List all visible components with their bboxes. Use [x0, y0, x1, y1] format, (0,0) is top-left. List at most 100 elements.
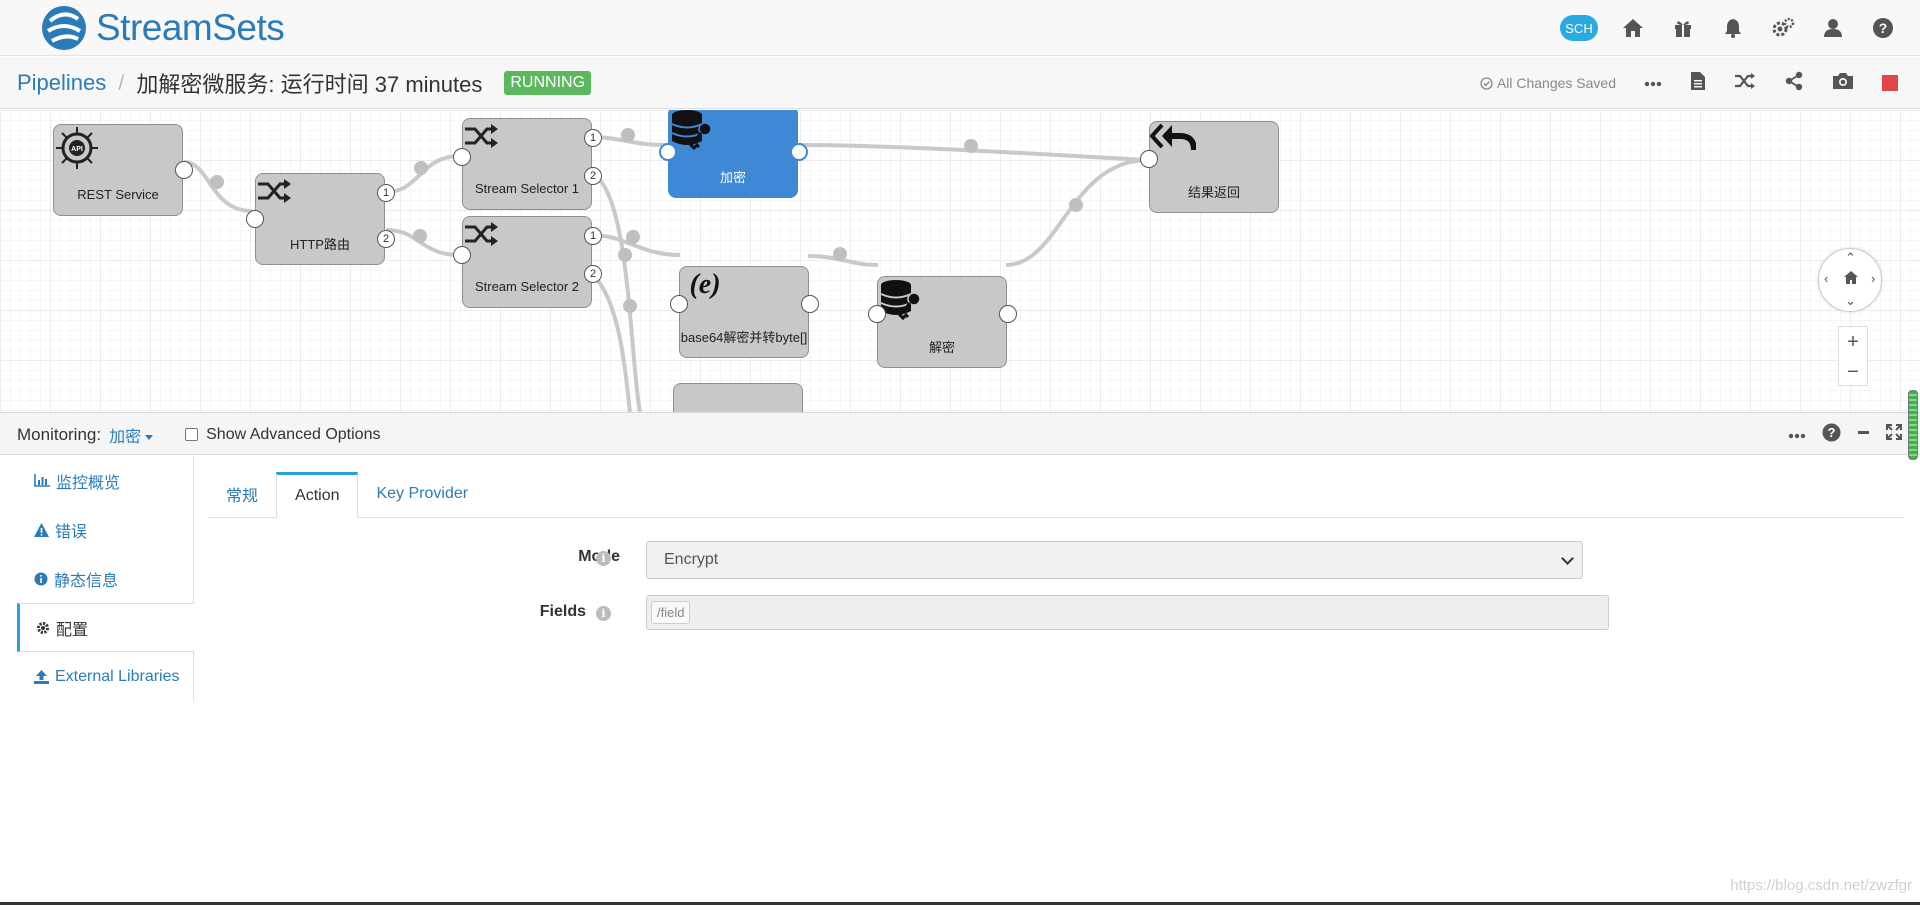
fields-info-icon[interactable]: i	[596, 606, 611, 621]
save-status: All Changes Saved	[1480, 75, 1616, 91]
bell-icon[interactable]	[1718, 13, 1748, 43]
document-icon[interactable]	[1690, 71, 1706, 96]
check-circle-icon	[1480, 76, 1493, 90]
tab-general[interactable]: 常规	[208, 471, 276, 517]
stage-rest-service[interactable]: API REST Service	[53, 124, 193, 216]
output-port[interactable]	[801, 295, 819, 313]
output-port-1[interactable]: 1	[584, 227, 602, 245]
panel-resize-handle[interactable]	[1908, 390, 1918, 460]
monitoring-stage-value: 加密	[109, 428, 142, 446]
svg-text:API: API	[71, 146, 83, 153]
mode-info-icon[interactable]: i	[596, 551, 611, 566]
output-port-2[interactable]: 2	[377, 230, 395, 248]
output-port[interactable]	[999, 305, 1017, 323]
pan-up-icon[interactable]: ⌃	[1845, 250, 1856, 266]
input-port[interactable]	[246, 210, 264, 228]
sidenav-item-label: External Libraries	[55, 667, 180, 685]
more-options-icon[interactable]	[1644, 74, 1662, 92]
help-icon[interactable]: ?	[1822, 423, 1841, 447]
mode-select[interactable]: Encrypt	[646, 541, 1583, 579]
shuffle-icon[interactable]	[1734, 72, 1756, 95]
advanced-options-toggle[interactable]: Show Advanced Options	[185, 426, 380, 444]
sidenav-item-info[interactable]: 静态信息	[0, 554, 194, 603]
sch-cloud-icon[interactable]: SCH	[1560, 15, 1598, 41]
breadcrumb-pipelines-link[interactable]: Pipelines	[17, 70, 106, 96]
tab-key-provider[interactable]: Key Provider	[358, 471, 486, 517]
expand-icon[interactable]	[1886, 424, 1902, 445]
advanced-options-checkbox[interactable]	[185, 428, 199, 441]
output-port-1[interactable]: 1	[377, 184, 395, 202]
help-icon[interactable]: ?	[1868, 13, 1898, 43]
share-icon[interactable]	[1784, 71, 1804, 96]
input-port[interactable]	[659, 143, 677, 161]
logo[interactable]: StreamSets	[38, 2, 285, 54]
input-port[interactable]	[453, 148, 471, 166]
caret-down-icon	[145, 434, 154, 440]
zoom-in-button[interactable]: +	[1839, 327, 1867, 357]
monitoring-stage-dropdown[interactable]: 加密	[109, 423, 154, 447]
pan-right-icon[interactable]: ›	[1871, 271, 1875, 286]
stage-encrypt[interactable]: 加密	[659, 110, 808, 198]
output-port[interactable]	[175, 161, 193, 179]
pan-down-icon[interactable]: ⌄	[1845, 293, 1856, 309]
breadcrumb-bar: Pipelines / 加解密微服务: 运行时间 37 minutes RUNN…	[0, 57, 1920, 109]
detail-sidenav: 监控概览 错误 静态信息 配置 External Libraries	[0, 456, 194, 736]
stage-decrypt[interactable]: 解密	[868, 276, 1017, 368]
output-port-1[interactable]: 1	[584, 129, 602, 147]
stage-label: Stream Selector 2	[474, 278, 580, 294]
pipeline-canvas[interactable]: API REST Service HTTP路由 1 2 Stream Selec…	[0, 110, 1920, 412]
sidenav-item-label: 配置	[56, 621, 89, 639]
output-port-2[interactable]: 2	[584, 167, 602, 185]
input-port[interactable]	[868, 305, 886, 323]
svg-text:?: ?	[1828, 425, 1836, 440]
sidenav-item-label: 监控概览	[56, 474, 121, 492]
gears-icon[interactable]	[1768, 13, 1798, 43]
top-icons: SCH ?	[1560, 0, 1898, 56]
fields-tag-input[interactable]: /field	[646, 595, 1609, 630]
monitoring-label: Monitoring:	[17, 424, 102, 444]
tab-action[interactable]: Action	[276, 472, 359, 518]
user-icon[interactable]	[1818, 13, 1848, 43]
stage-label: 解密	[928, 339, 955, 355]
camera-icon[interactable]	[1832, 72, 1854, 95]
gift-icon[interactable]	[1668, 13, 1698, 43]
zoom-control: + −	[1838, 326, 1868, 386]
stage-label: REST Service	[77, 186, 159, 202]
stage-stream-selector-1[interactable]: Stream Selector 1 1 2	[453, 118, 602, 210]
breadcrumb-separator: /	[118, 70, 125, 95]
zoom-out-button[interactable]: −	[1839, 357, 1867, 387]
gear-icon	[37, 621, 49, 634]
sidenav-item-errors[interactable]: 错误	[0, 505, 194, 554]
top-navbar: StreamSets SCH ?	[0, 0, 1920, 56]
stage-result-return[interactable]: 结果返回	[1140, 121, 1279, 213]
sidenav-item-configuration[interactable]: 配置	[17, 603, 194, 652]
stage-partial-hidden[interactable]	[673, 383, 803, 412]
warning-icon	[34, 522, 49, 537]
output-port[interactable]	[790, 143, 808, 161]
stage-stream-selector-2[interactable]: Stream Selector 2 1 2	[453, 216, 602, 308]
stage-base64-decode[interactable]: (e) base64解密并转byte[]	[670, 266, 819, 358]
save-status-text: All Changes Saved	[1496, 75, 1616, 91]
logo-text: StreamSets	[96, 7, 285, 48]
input-port[interactable]	[453, 246, 471, 264]
pan-left-icon[interactable]: ‹	[1824, 271, 1828, 286]
sidenav-item-external-libraries[interactable]: External Libraries	[0, 652, 194, 701]
input-port[interactable]	[670, 295, 688, 313]
more-options-icon[interactable]	[1788, 426, 1806, 444]
stop-pipeline-button[interactable]	[1882, 75, 1898, 91]
chevron-down-icon	[1561, 552, 1574, 565]
pan-control[interactable]: ⌃ ⌄ ‹ ›	[1818, 248, 1882, 312]
output-port-2[interactable]: 2	[584, 265, 602, 283]
input-port[interactable]	[1140, 150, 1158, 168]
svg-text:(e): (e)	[689, 269, 720, 300]
advanced-options-label: Show Advanced Options	[206, 425, 381, 443]
breadcrumb: Pipelines / 加解密微服务: 运行时间 37 minutes RUNN…	[17, 67, 592, 99]
field-tag[interactable]: /field	[651, 601, 691, 624]
stage-label: Stream Selector 1	[474, 180, 580, 196]
sidenav-item-monitoring-summary[interactable]: 监控概览	[0, 456, 194, 505]
watermark: https://blog.csdn.net/zwzfgr	[1730, 877, 1912, 894]
minimize-icon[interactable]	[1857, 426, 1870, 444]
home-icon[interactable]	[1618, 13, 1648, 43]
stage-http-router[interactable]: HTTP路由 1 2	[246, 173, 395, 265]
stage-label: 结果返回	[1187, 184, 1240, 200]
